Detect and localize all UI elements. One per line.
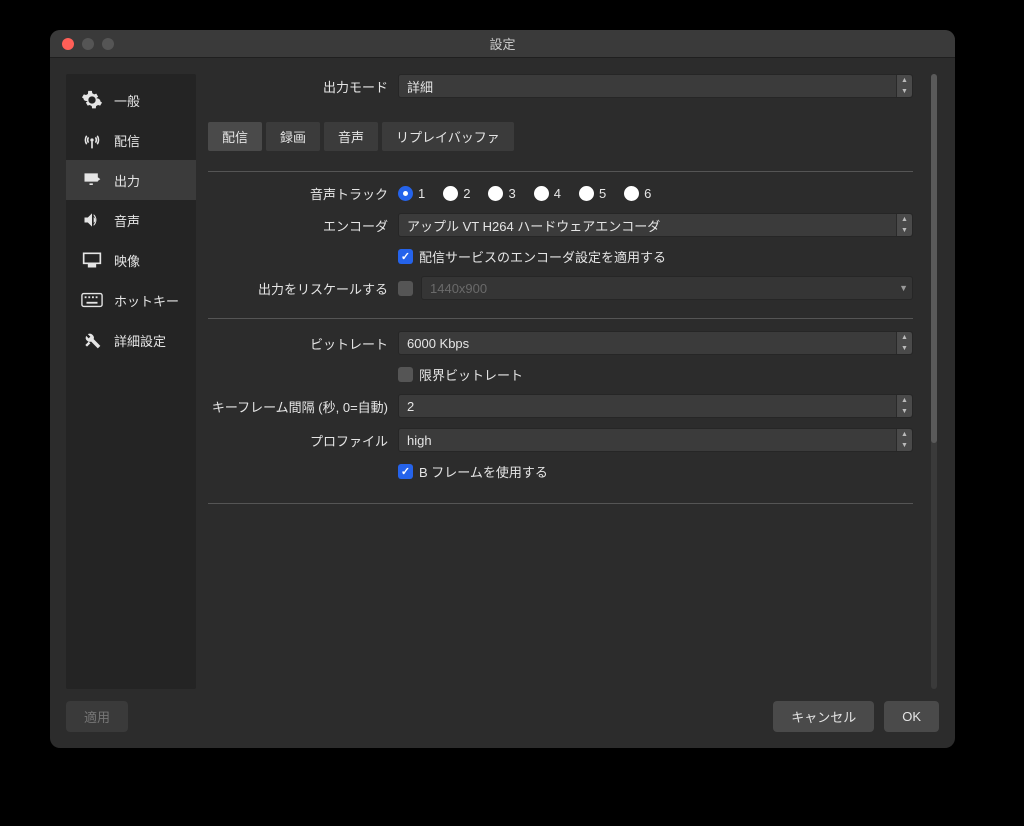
sidebar-item-label: 詳細設定: [114, 331, 166, 350]
bitrate-label: ビットレート: [208, 334, 398, 353]
sidebar-item-label: 配信: [114, 131, 140, 150]
audio-track-radios: 1 2 3 4 5 6: [398, 186, 651, 201]
output-mode-label: 出力モード: [208, 77, 398, 96]
settings-sidebar: 一般 配信 出力 音声 映像: [66, 74, 196, 689]
sidebar-item-audio[interactable]: 音声: [66, 200, 196, 240]
tab-streaming[interactable]: 配信: [208, 122, 262, 151]
keyframe-input[interactable]: 2 ▲▼: [398, 394, 913, 418]
checkmark-icon: ✓: [398, 464, 413, 479]
tab-replay-buffer[interactable]: リプレイバッファ: [382, 122, 514, 151]
apply-service-settings-checkbox[interactable]: ✓ 配信サービスのエンコーダ設定を適用する: [398, 247, 666, 266]
sidebar-item-output[interactable]: 出力: [66, 160, 196, 200]
checkmark-icon: ✓: [398, 249, 413, 264]
cancel-button[interactable]: キャンセル: [773, 701, 874, 732]
zoom-window-button[interactable]: [102, 38, 114, 50]
stepper-icon[interactable]: ▲▼: [896, 395, 912, 417]
tab-recording[interactable]: 録画: [266, 122, 320, 151]
encoder-label: エンコーダ: [208, 216, 398, 235]
output-tabs: 配信 録画 音声 リプレイバッファ: [208, 122, 913, 151]
audio-track-5[interactable]: 5: [579, 186, 606, 201]
sidebar-item-hotkeys[interactable]: ホットキー: [66, 280, 196, 320]
tools-icon: [80, 330, 104, 350]
apply-button[interactable]: 適用: [66, 701, 128, 732]
close-window-button[interactable]: [62, 38, 74, 50]
dropdown-arrows-icon: ▲▼: [896, 75, 912, 97]
window-title: 設定: [489, 34, 515, 53]
sidebar-item-label: 出力: [114, 171, 140, 190]
monitor-icon: [80, 250, 104, 270]
sidebar-item-general[interactable]: 一般: [66, 80, 196, 120]
rescale-label: 出力をリスケールする: [208, 279, 398, 298]
audio-track-4[interactable]: 4: [534, 186, 561, 201]
dropdown-arrows-icon: ▲▼: [896, 214, 912, 236]
titlebar[interactable]: 設定: [50, 30, 955, 58]
content-scrollbar[interactable]: [931, 74, 937, 689]
minimize-window-button[interactable]: [82, 38, 94, 50]
sidebar-item-label: 映像: [114, 251, 140, 270]
speaker-icon: [80, 210, 104, 230]
dialog-footer: 適用 キャンセル OK: [50, 689, 955, 748]
profile-select[interactable]: high ▲▼: [398, 428, 913, 452]
encoder-select[interactable]: アップル VT H264 ハードウェアエンコーダ ▲▼: [398, 213, 913, 237]
gear-icon: [80, 90, 104, 110]
audio-track-3[interactable]: 3: [488, 186, 515, 201]
sidebar-item-advanced[interactable]: 詳細設定: [66, 320, 196, 360]
broadcast-icon: [80, 130, 104, 150]
sidebar-item-stream[interactable]: 配信: [66, 120, 196, 160]
bitrate-input[interactable]: 6000 Kbps ▲▼: [398, 331, 913, 355]
stepper-icon[interactable]: ▲▼: [896, 332, 912, 354]
keyframe-label: キーフレーム間隔 (秒, 0=自動): [208, 397, 398, 416]
limit-bitrate-checkbox[interactable]: 限界ビットレート: [398, 365, 523, 384]
audio-track-label: 音声トラック: [208, 184, 398, 203]
rescale-value-select[interactable]: 1440x900 ▼: [421, 276, 913, 300]
dropdown-arrows-icon: ▲▼: [896, 429, 912, 451]
output-icon: [80, 170, 104, 190]
tab-audio[interactable]: 音声: [324, 122, 378, 151]
sidebar-item-label: 音声: [114, 211, 140, 230]
output-mode-select[interactable]: 詳細 ▲▼: [398, 74, 913, 98]
rescale-checkbox[interactable]: [398, 281, 413, 296]
profile-label: プロファイル: [208, 431, 398, 450]
ok-button[interactable]: OK: [884, 701, 939, 732]
audio-track-6[interactable]: 6: [624, 186, 651, 201]
keyboard-icon: [80, 290, 104, 310]
sidebar-item-video[interactable]: 映像: [66, 240, 196, 280]
sidebar-item-label: ホットキー: [114, 291, 179, 310]
audio-track-1[interactable]: 1: [398, 186, 425, 201]
bframes-checkbox[interactable]: ✓ B フレームを使用する: [398, 462, 548, 481]
content-panel: 出力モード 詳細 ▲▼ 配信 録画 音声 リプレイバッファ: [208, 74, 913, 689]
chevron-down-icon: ▼: [899, 283, 908, 293]
sidebar-item-label: 一般: [114, 91, 140, 110]
audio-track-2[interactable]: 2: [443, 186, 470, 201]
settings-window: 設定 一般 配信 出力 音声: [50, 30, 955, 748]
